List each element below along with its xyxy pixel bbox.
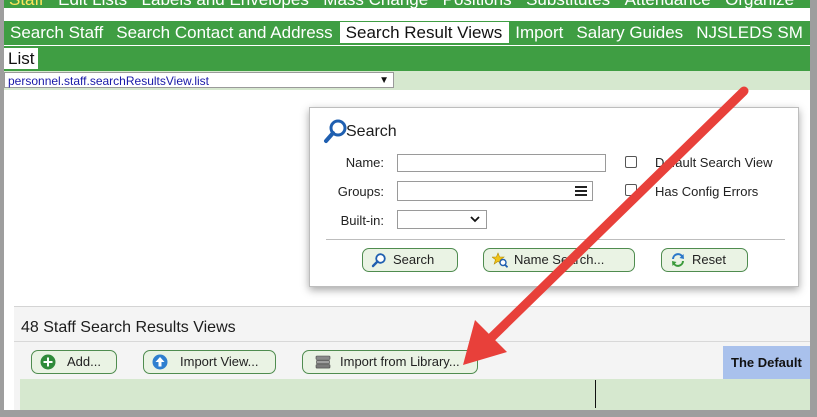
name-input[interactable] [397, 154, 606, 172]
star-magnifier-icon [492, 252, 508, 268]
upload-icon [152, 354, 168, 370]
view-select-value: personnel.staff.searchResultsView.list [8, 74, 209, 88]
tab-search-result-views[interactable]: Search Result Views [339, 22, 510, 43]
name-label: Name: [345, 155, 384, 170]
view-select-row: personnel.staff.searchResultsView.list ▼ [4, 71, 810, 90]
search-panel: Search Name: Groups: Built-in: Default S… [309, 107, 799, 287]
tab-list[interactable]: List [4, 48, 39, 69]
reset-button-label: Reset [692, 252, 726, 267]
builtin-select[interactable] [397, 210, 487, 229]
results-title: 48 Staff Search Results Views [21, 319, 236, 336]
chevron-down-icon: ▼ [379, 75, 389, 86]
search-panel-title: Search [346, 123, 397, 140]
config-errors-checkbox[interactable] [625, 184, 637, 196]
sub-tab-bar: List [4, 46, 810, 71]
name-search-button[interactable]: Name Search... [483, 248, 635, 272]
menu-lines-icon[interactable] [575, 186, 587, 196]
screenshot-frame: Staff Edit Lists Labels and Envelopes Ma… [0, 0, 817, 417]
add-button-label: Add... [67, 354, 101, 369]
top-menu-bar: Staff Edit Lists Labels and Envelopes Ma… [4, 0, 810, 8]
add-button[interactable]: Add... [31, 350, 117, 374]
chevron-down-icon [470, 216, 480, 223]
tab-search-contact-address[interactable]: Search Contact and Address [110, 22, 339, 43]
menu-item-organize[interactable]: Organize [720, 0, 799, 8]
menu-item-positions[interactable]: Positions [438, 0, 517, 8]
books-icon [315, 355, 331, 369]
magnifier-icon [371, 253, 386, 268]
results-section: 48 Staff Search Results Views Add... Imp… [14, 306, 810, 410]
name-search-button-label: Name Search... [514, 252, 605, 267]
reset-button[interactable]: Reset [661, 248, 748, 272]
search-button[interactable]: Search [362, 248, 458, 272]
results-table-body [20, 379, 810, 410]
default-view-label: Default Search View [655, 155, 773, 170]
divider [326, 239, 785, 240]
nav-tabs: Search Staff Search Contact and Address Se… [4, 21, 810, 45]
config-errors-label: Has Config Errors [655, 184, 759, 199]
groups-input[interactable] [397, 181, 593, 201]
import-view-button[interactable]: Import View... [143, 350, 276, 374]
import-from-library-button-label: Import from Library... [340, 354, 460, 369]
tab-salary-guides[interactable]: Salary Guides [570, 22, 690, 43]
text-cursor [595, 380, 596, 408]
search-button-label: Search [393, 252, 435, 267]
menu-item-staff[interactable]: Staff [4, 0, 49, 8]
view-select[interactable]: personnel.staff.searchResultsView.list ▼ [4, 72, 394, 88]
menu-item-labels-envelopes[interactable]: Labels and Envelopes [137, 0, 314, 8]
menu-item-substitutes[interactable]: Substitutes [521, 0, 615, 8]
add-icon [40, 354, 56, 370]
app-window: Staff Edit Lists Labels and Envelopes Ma… [4, 0, 810, 410]
tab-import[interactable]: Import [509, 22, 570, 43]
tab-njsleds-sm[interactable]: NJSLEDS SM [690, 22, 810, 43]
default-view-header-cell[interactable]: The Default [723, 346, 810, 380]
tab-search-staff[interactable]: Search Staff [4, 22, 110, 43]
menu-item-attendance[interactable]: Attendance [620, 0, 716, 8]
refresh-icon [672, 253, 684, 267]
default-view-checkbox[interactable] [625, 156, 637, 168]
groups-label: Groups: [337, 184, 384, 199]
import-from-library-button[interactable]: Import from Library... [302, 350, 478, 374]
builtin-label: Built-in: [340, 213, 384, 228]
menu-item-edit-lists[interactable]: Edit Lists [53, 0, 132, 8]
import-view-button-label: Import View... [180, 354, 259, 369]
menu-item-mass-change[interactable]: Mass Change [318, 0, 433, 8]
